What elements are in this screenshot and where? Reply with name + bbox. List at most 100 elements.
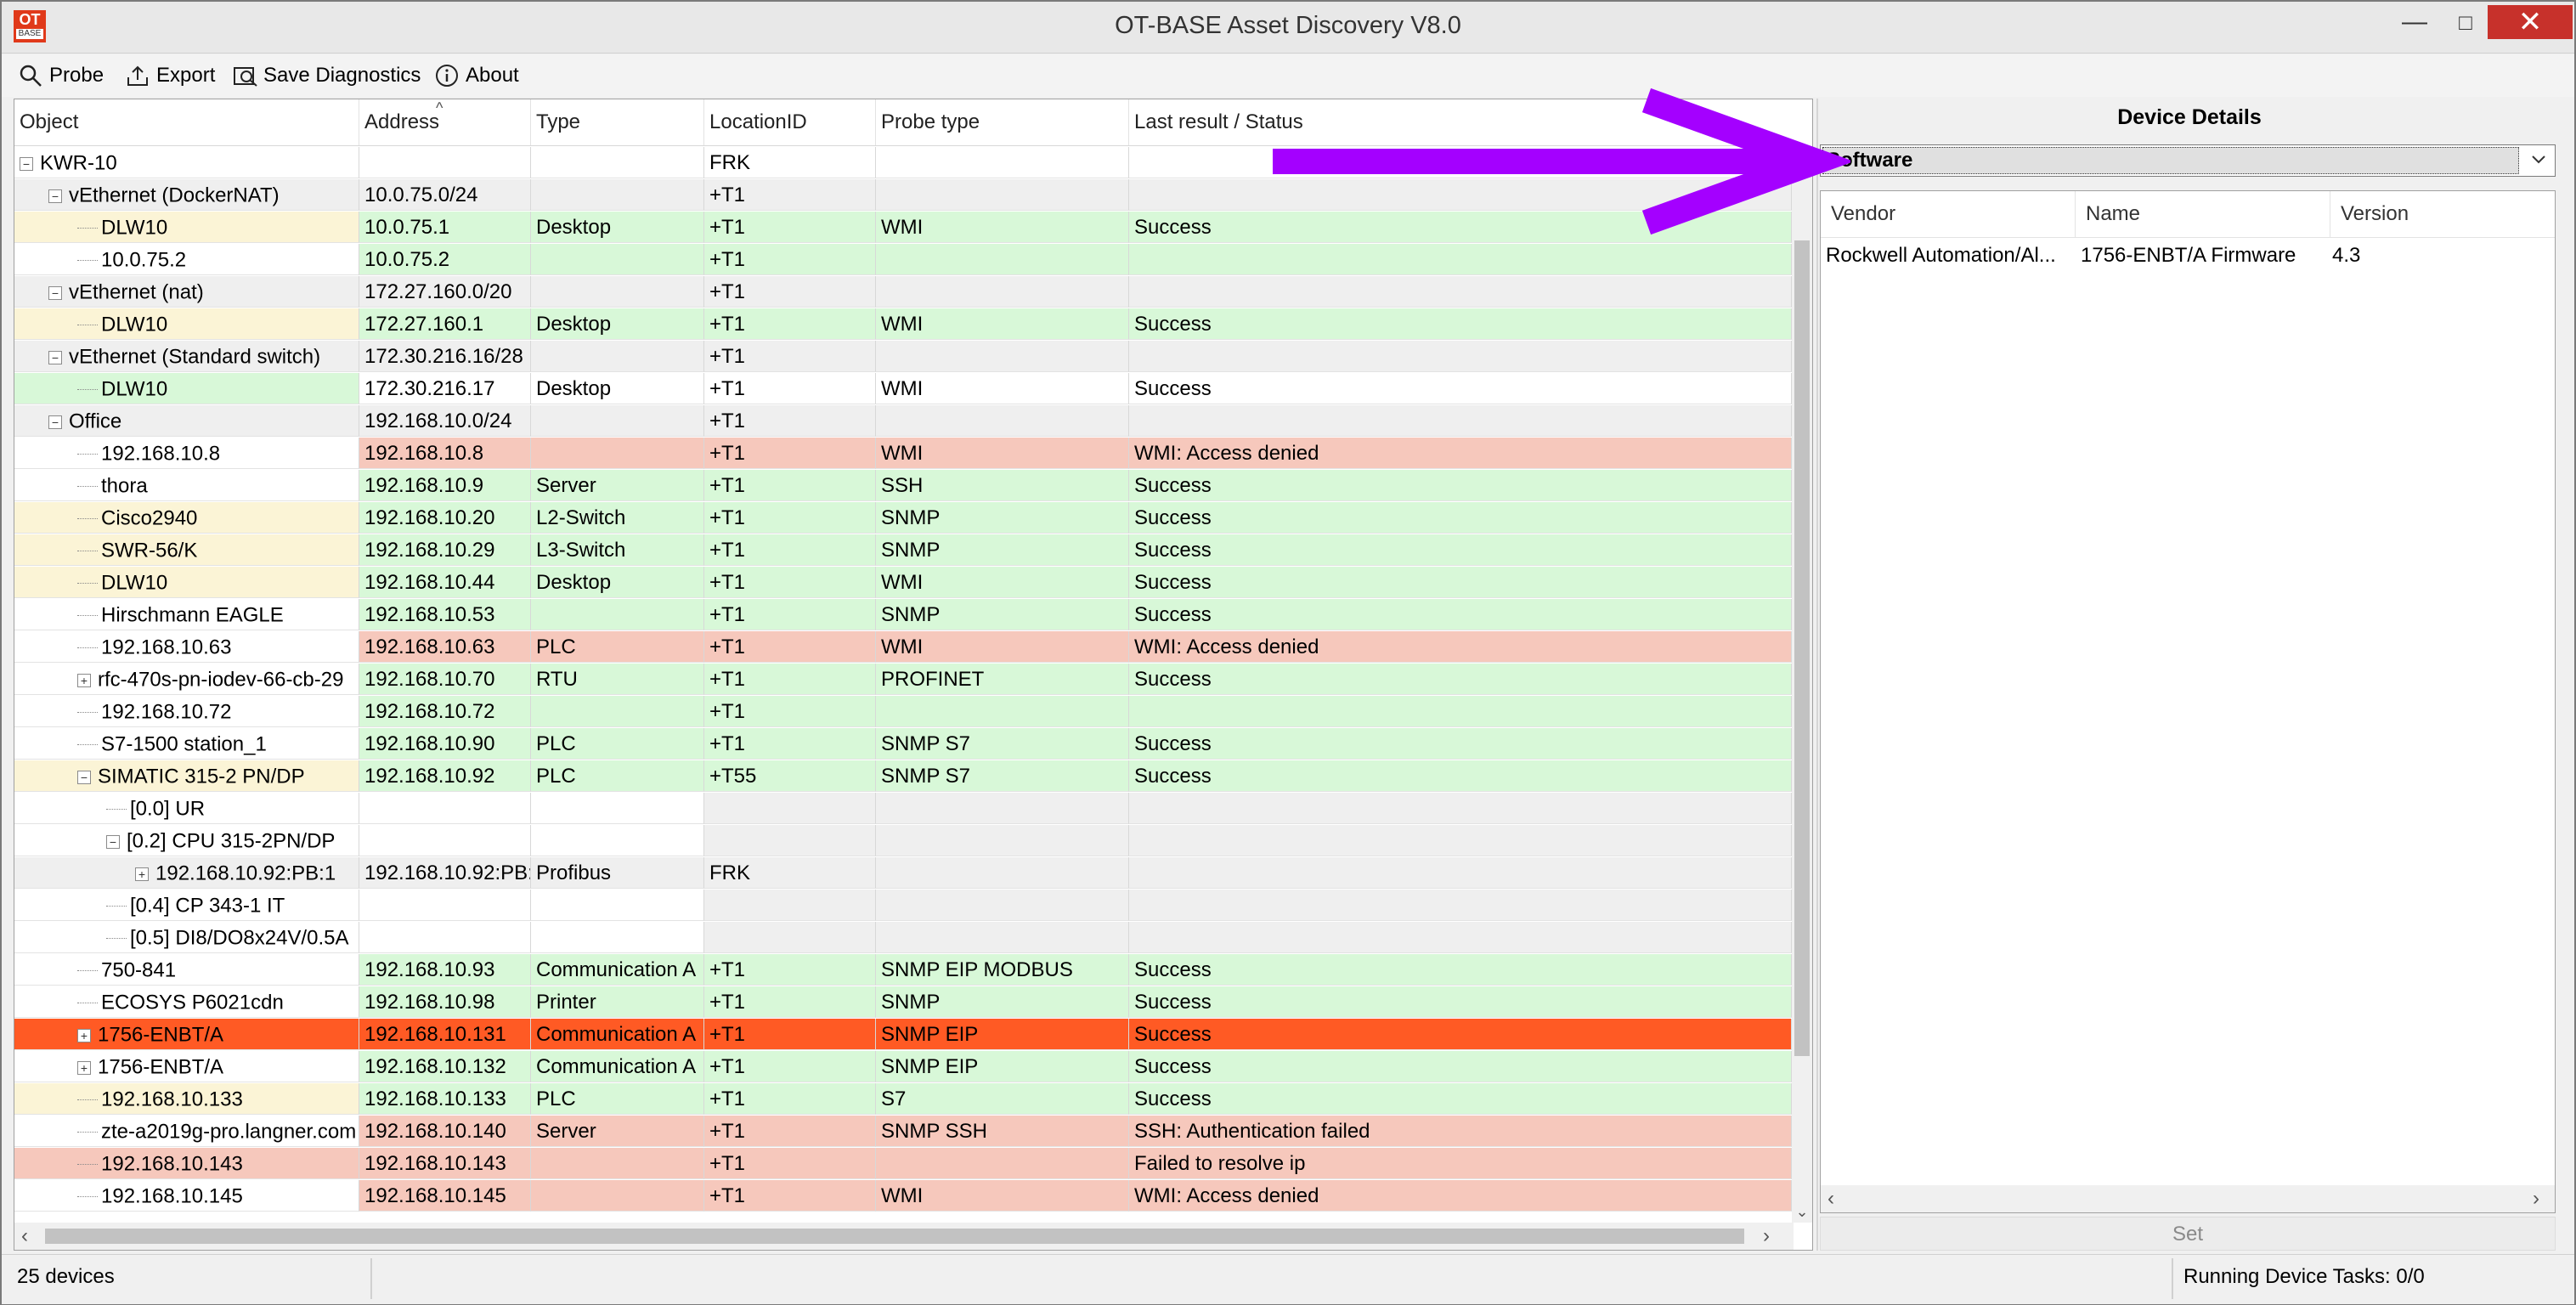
software-row[interactable]: Rockwell Automation/Al... 1756-ENBT/A Fi… <box>1821 239 2555 273</box>
collapse-icon[interactable]: − <box>20 156 33 171</box>
address-cell: 192.168.10.44 <box>359 567 531 598</box>
object-name: 10.0.75.2 <box>101 248 187 272</box>
location-cell: +T1 <box>704 696 876 727</box>
status-cell: Failed to resolve ip <box>1129 1148 1792 1179</box>
probe-type-cell <box>876 147 1129 178</box>
collapse-icon[interactable]: − <box>48 415 62 429</box>
table-row[interactable]: zte-a2019g-pro.langner.com 192.168.10.140… <box>14 1116 1792 1148</box>
table-row[interactable]: ECOSYS P6021cdn 192.168.10.98 Printer +T1 SN… <box>14 986 1792 1019</box>
location-cell: +T1 <box>704 1083 876 1115</box>
table-row[interactable]: [0.0] UR <box>14 793 1792 825</box>
address-cell <box>359 793 531 824</box>
table-row[interactable]: + rfc-470s-pn-iodev-66-cb-29 192.168.10.70… <box>14 664 1792 696</box>
horizontal-scrollbar[interactable]: ‹ › <box>14 1223 1794 1250</box>
table-row[interactable]: − Office 192.168.10.0/24 +T1 <box>14 405 1792 438</box>
details-category-select[interactable]: Software <box>1820 144 2556 177</box>
table-row[interactable]: +1756-ENBT/A 192.168.10.131 Communication … <box>14 1019 1792 1051</box>
column-header-address[interactable]: Address <box>359 99 531 145</box>
probe-label: Probe <box>49 64 105 87</box>
export-button[interactable]: Export <box>126 61 215 90</box>
column-header-type[interactable]: Type <box>531 99 704 145</box>
table-row[interactable]: SWR-56/K 192.168.10.29 L3-Switch +T1 SNMP Suc… <box>14 534 1792 567</box>
probe-type-cell <box>876 244 1129 275</box>
table-row[interactable]: − [0.2] CPU 315-2PN/DP <box>14 825 1792 857</box>
table-row[interactable]: thora 192.168.10.9 Server +T1 SSH Success <box>14 470 1792 502</box>
object-name: vEthernet (nat) <box>69 280 204 304</box>
expand-icon[interactable]: + <box>77 1060 91 1075</box>
table-row[interactable]: [0.5] DI8/DO8x24V/0.5A <box>14 922 1792 954</box>
chevron-down-icon[interactable] <box>2526 147 2551 174</box>
address-cell: 192.168.10.145 <box>359 1180 531 1212</box>
status-cell: SSH: Authentication failed <box>1129 1116 1792 1147</box>
object-name: DLW10 <box>101 377 168 401</box>
collapse-icon[interactable]: − <box>77 770 91 784</box>
location-cell: +T1 <box>704 1180 876 1212</box>
tree-connector <box>77 260 98 262</box>
table-row[interactable]: − vEthernet (nat) 172.27.160.0/20 +T1 <box>14 276 1792 308</box>
table-row[interactable]: [0.4] CP 343-1 IT <box>14 890 1792 922</box>
table-row[interactable]: 192.168.10.143 192.168.10.143 +T1 Failed to… <box>14 1148 1792 1180</box>
status-divider <box>2172 1258 2173 1299</box>
collapse-icon[interactable]: − <box>48 189 62 203</box>
table-row[interactable]: DLW10 172.30.216.17 Desktop +T1 WMI Success <box>14 373 1792 405</box>
table-row[interactable]: 192.168.10.63 192.168.10.63 PLC +T1 WMI WMI: … <box>14 631 1792 664</box>
details-horizontal-scrollbar[interactable]: ‹ › <box>1821 1185 2555 1212</box>
location-cell: +T1 <box>704 179 876 211</box>
table-row[interactable]: − vEthernet (Standard switch) 172.30.216.1… <box>14 341 1792 373</box>
details-scroll-left-icon[interactable]: ‹ <box>1827 1185 1834 1212</box>
probe-type-cell: SNMP <box>876 986 1129 1018</box>
about-button[interactable]: About <box>435 61 519 90</box>
details-scroll-right-icon[interactable]: › <box>2533 1185 2539 1212</box>
collapse-icon[interactable]: − <box>106 834 120 849</box>
table-row[interactable]: +192.168.10.92:PB:1 192.168.10.92:PB:1 Pro… <box>14 857 1792 890</box>
column-header-probe-type[interactable]: Probe type <box>876 99 1129 145</box>
status-cell: Success <box>1129 728 1792 760</box>
close-button[interactable]: ✕ <box>2488 5 2573 39</box>
tree-connector <box>77 647 98 649</box>
table-row[interactable]: DLW10 192.168.10.44 Desktop +T1 WMI Success <box>14 567 1792 599</box>
panel-splitter[interactable] <box>1816 99 1818 1251</box>
table-row[interactable]: 192.168.10.8 192.168.10.8 +T1 WMI WMI: Acces… <box>14 438 1792 470</box>
scroll-down-icon[interactable]: ⌄ <box>1792 1203 1812 1221</box>
set-button[interactable]: Set <box>1820 1217 2556 1251</box>
table-row[interactable]: 750-841 192.168.10.93 Communication A +T1 SN… <box>14 954 1792 986</box>
vertical-scrollbar[interactable]: ▲ ⌄ <box>1792 147 1812 1223</box>
device-count: 25 devices <box>17 1265 115 1288</box>
table-row[interactable]: 192.168.10.145 192.168.10.145 +T1 WMI WMI: A… <box>14 1180 1792 1212</box>
object-cell: SWR-56/K <box>14 534 359 566</box>
column-header-name[interactable]: Name <box>2076 191 2330 237</box>
scroll-right-icon[interactable]: › <box>1763 1223 1770 1250</box>
table-row[interactable]: 192.168.10.133 192.168.10.133 PLC +T1 S7 Succ… <box>14 1083 1792 1116</box>
table-row[interactable]: S7-1500 station_1 192.168.10.90 PLC +T1 SNMP… <box>14 728 1792 760</box>
table-row[interactable]: 192.168.10.72 192.168.10.72 +T1 <box>14 696 1792 728</box>
location-cell: +T1 <box>704 1116 876 1147</box>
type-cell: PLC <box>531 631 704 663</box>
collapse-icon[interactable]: − <box>48 285 62 300</box>
collapse-icon[interactable]: − <box>48 350 62 364</box>
table-row[interactable]: +1756-ENBT/A 192.168.10.132 Communication … <box>14 1051 1792 1083</box>
column-header-version[interactable]: Version <box>2330 191 2555 237</box>
horizontal-scroll-thumb[interactable] <box>45 1229 1744 1244</box>
scroll-left-icon[interactable]: ‹ <box>21 1223 28 1250</box>
object-name: KWR-10 <box>40 151 117 175</box>
expand-icon[interactable]: + <box>77 1028 91 1042</box>
probe-type-cell <box>876 922 1129 953</box>
table-row[interactable]: Cisco2940 192.168.10.20 L2-Switch +T1 SNMP Su… <box>14 502 1792 534</box>
column-header-object[interactable]: Object <box>14 99 359 145</box>
column-header-location-id[interactable]: LocationID <box>704 99 876 145</box>
expand-icon[interactable]: + <box>135 867 149 881</box>
type-cell: L2-Switch <box>531 502 704 534</box>
table-row[interactable]: − SIMATIC 315-2 PN/DP 192.168.10.92 PLC +T55… <box>14 760 1792 793</box>
vertical-scroll-thumb[interactable] <box>1794 240 1810 1056</box>
table-row[interactable]: 10.0.75.2 10.0.75.2 +T1 <box>14 244 1792 276</box>
save-diagnostics-button[interactable]: Save Diagnostics <box>233 61 421 90</box>
address-cell: 10.0.75.1 <box>359 212 531 243</box>
location-cell: FRK <box>704 147 876 178</box>
probe-type-cell: WMI <box>876 567 1129 598</box>
column-header-vendor[interactable]: Vendor <box>1821 191 2076 237</box>
expand-icon[interactable]: + <box>77 673 91 687</box>
table-row[interactable]: Hirschmann EAGLE 192.168.10.53 +T1 SNMP Succ… <box>14 599 1792 631</box>
table-row[interactable]: DLW10 172.27.160.1 Desktop +T1 WMI Success <box>14 308 1792 341</box>
probe-button[interactable]: Probe <box>19 61 104 90</box>
app-window: OT BASE OT-BASE Asset Discovery V8.0 — □… <box>0 0 2576 1305</box>
